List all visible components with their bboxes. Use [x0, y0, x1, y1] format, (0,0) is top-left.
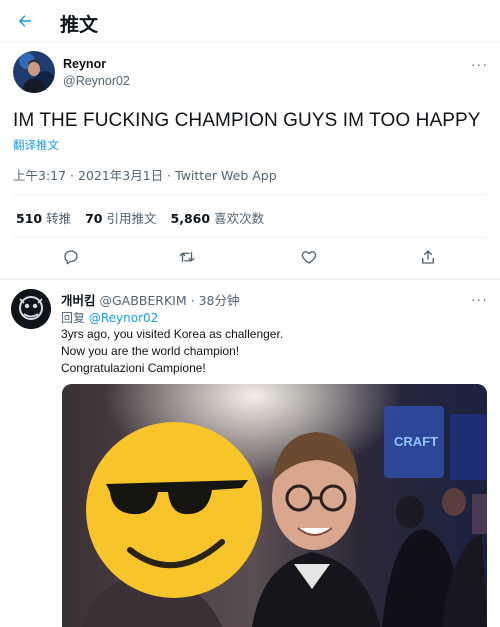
reply-icon	[64, 250, 78, 265]
retweet-count[interactable]: 510 转推	[16, 208, 71, 227]
page-title: 推文	[60, 14, 99, 36]
share-button[interactable]	[417, 246, 439, 268]
divider	[13, 237, 487, 238]
author-name[interactable]: Reynor	[63, 57, 106, 71]
share-icon	[422, 250, 434, 264]
back-button[interactable]	[12, 8, 38, 34]
like-button[interactable]	[298, 246, 320, 268]
svg-text:CRAFT: CRAFT	[394, 434, 438, 449]
translate-link[interactable]: 翻译推文	[13, 137, 59, 153]
tweet-actions	[0, 246, 500, 272]
tweet-stats: 510 转推 70 引用推文 5,860 喜欢次数	[16, 208, 264, 227]
reply-text-line: 3yrs ago, you visited Korea as challenge…	[61, 327, 284, 341]
author-handle[interactable]: @Reynor02	[63, 74, 130, 88]
top-bar: 推文	[0, 0, 500, 42]
reply-header: 개버킴 @GABBERKIM · 38分钟	[61, 290, 239, 309]
tweet-text: IM THE FUCKING CHAMPION GUYS IM TOO HAPP…	[13, 110, 481, 131]
reply-text-line: Now you are the world champion!	[61, 344, 240, 358]
reply-author-handle[interactable]: @GABBERKIM	[100, 293, 187, 308]
reply-photo[interactable]: CRAFT	[62, 384, 487, 627]
reply-button[interactable]	[60, 246, 82, 268]
reply-author-name[interactable]: 개버킴	[61, 293, 96, 308]
divider	[13, 194, 487, 195]
like-icon	[301, 251, 317, 264]
tweet-timestamp[interactable]: 上午3:17 · 2021年3月1日 · Twitter Web App	[13, 165, 277, 184]
reply-avatar[interactable]	[11, 289, 51, 329]
retweet-button[interactable]	[176, 246, 198, 268]
reply-more-button[interactable]: ···	[471, 291, 488, 307]
reply-time[interactable]: · 38分钟	[191, 293, 240, 308]
retweet-icon	[179, 251, 195, 263]
replying-to-handle[interactable]: @Reynor02	[89, 311, 158, 325]
author-avatar[interactable]	[13, 51, 55, 93]
replying-to: 回复 @Reynor02	[61, 311, 159, 325]
like-count[interactable]: 5,860 喜欢次数	[171, 208, 265, 227]
tweet-more-button[interactable]: ···	[471, 56, 488, 72]
reply-text-line: Congratulazioni Campione!	[61, 361, 206, 375]
arrow-left-icon	[18, 15, 31, 27]
quote-count[interactable]: 70 引用推文	[85, 208, 156, 227]
divider	[0, 278, 500, 280]
